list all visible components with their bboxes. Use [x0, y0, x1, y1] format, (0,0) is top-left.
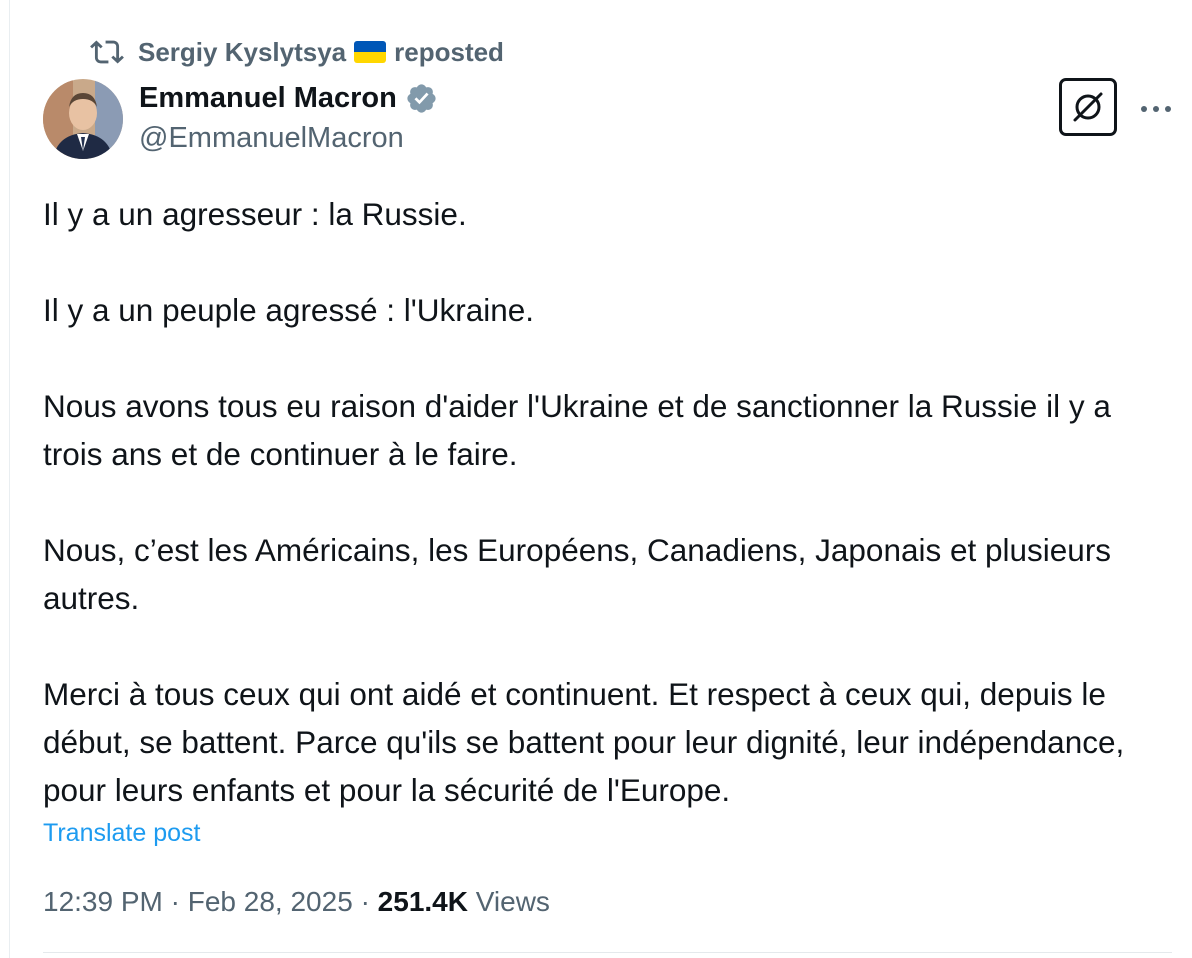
- tweet-date[interactable]: Feb 28, 2025: [188, 886, 353, 917]
- author-name[interactable]: Emmanuel Macron: [139, 82, 397, 115]
- tweet-paragraph: Nous avons tous eu raison d'aider l'Ukra…: [43, 388, 1111, 472]
- views-count: 251.4K: [377, 886, 468, 917]
- repost-icon: [90, 40, 124, 64]
- tweet-paragraph: Merci à tous ceux qui ont aidé et contin…: [43, 676, 1125, 808]
- reposter-name[interactable]: Sergiy Kyslytsya: [138, 37, 346, 68]
- repost-label: reposted: [394, 36, 504, 67]
- views-label: Views: [475, 886, 550, 917]
- grok-button[interactable]: [1059, 78, 1117, 136]
- ukraine-flag-icon: [354, 41, 387, 63]
- author-handle[interactable]: @EmmanuelMacron: [139, 120, 404, 156]
- avatar-image: [43, 79, 123, 159]
- tweet-meta: 12:39 PM · Feb 28, 2025 · 251.4K Views: [43, 884, 550, 920]
- verified-badge-icon: [407, 83, 436, 113]
- tweet-paragraph: Il y a un peuple agressé : l'Ukraine.: [43, 292, 535, 328]
- avatar[interactable]: [43, 79, 123, 159]
- repost-header[interactable]: Sergiy Kyslytsya reposted: [90, 34, 504, 70]
- meta-separator: ·: [360, 886, 370, 917]
- tweet-paragraph: Nous, c’est les Américains, les Européen…: [43, 532, 1112, 616]
- tweet-paragraph: Il y a un agresseur : la Russie.: [43, 196, 467, 232]
- timeline-border: [9, 0, 10, 958]
- more-options-icon: [1141, 106, 1171, 112]
- meta-separator: ·: [170, 886, 180, 917]
- divider: [43, 952, 1172, 953]
- translate-post-link[interactable]: Translate post: [43, 815, 200, 851]
- more-options-button[interactable]: [1136, 95, 1176, 123]
- tweet-text: Il y a un agresseur : la Russie. Il y a …: [43, 190, 1173, 814]
- grok-icon: [1073, 92, 1103, 122]
- tweet-time[interactable]: 12:39 PM: [43, 886, 163, 917]
- author-name-row[interactable]: Emmanuel Macron: [139, 80, 438, 116]
